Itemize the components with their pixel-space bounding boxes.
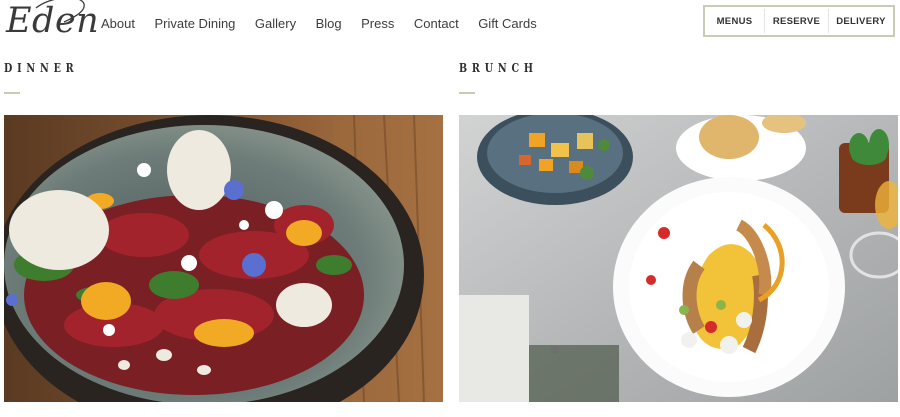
section-title-dinner: DINNER: [4, 61, 79, 75]
nav-press[interactable]: Press: [361, 16, 394, 31]
dinner-dish-image: [4, 115, 443, 402]
dinner-photo[interactable]: [4, 115, 443, 402]
main-nav: About Private Dining Gallery Blog Press …: [101, 14, 556, 32]
delivery-button[interactable]: DELIVERY: [829, 9, 893, 33]
header-button-group: MENUS RESERVE DELIVERY: [703, 5, 895, 37]
nav-gift-cards[interactable]: Gift Cards: [478, 16, 537, 31]
nav-gallery[interactable]: Gallery: [255, 16, 296, 31]
logo-swash-icon: [35, 0, 85, 23]
section-title-brunch: BRUNCH: [459, 61, 538, 75]
nav-blog[interactable]: Blog: [316, 16, 342, 31]
menus-button[interactable]: MENUS: [705, 9, 765, 33]
logo[interactable]: Eden: [6, 0, 99, 44]
nav-about[interactable]: About: [101, 16, 135, 31]
brunch-dish-image: [459, 115, 898, 402]
nav-private-dining[interactable]: Private Dining: [154, 16, 235, 31]
section-divider-dinner: [4, 92, 20, 94]
brunch-photo[interactable]: [459, 115, 898, 402]
nav-contact[interactable]: Contact: [414, 16, 459, 31]
section-divider-brunch: [459, 92, 475, 94]
reserve-button[interactable]: RESERVE: [765, 9, 829, 33]
